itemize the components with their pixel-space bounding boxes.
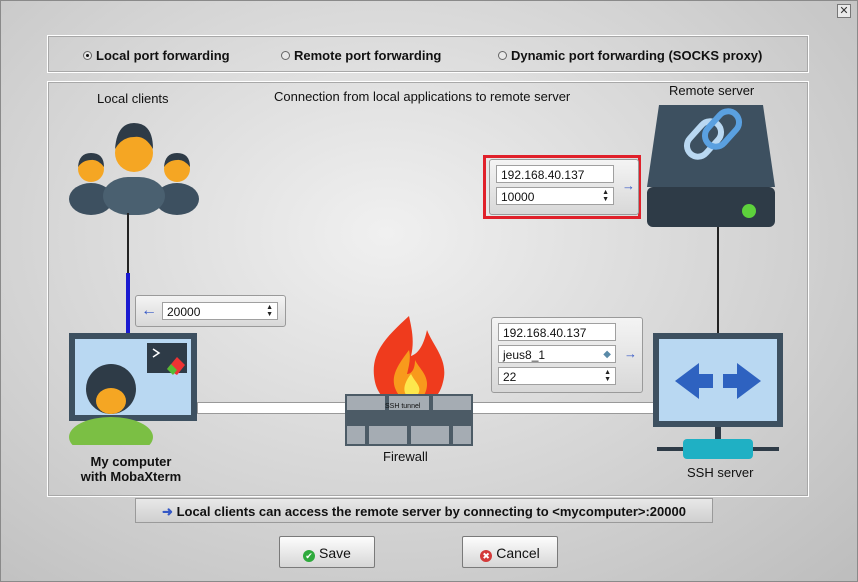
checkmark-icon: ✔ xyxy=(303,550,316,562)
ssh-user-input[interactable]: jeus8_1 ◆ xyxy=(498,345,616,363)
arrow-right-icon: ➜ xyxy=(162,504,173,519)
firewall-label: Firewall xyxy=(383,449,428,464)
status-bar: ➜ Local clients can access the remote se… xyxy=(135,498,713,523)
ssh-server-icon xyxy=(653,333,783,459)
client-line xyxy=(127,213,129,273)
arrow-right-icon: → xyxy=(622,178,635,193)
radio-selected-icon xyxy=(83,51,92,60)
ssh-server-box: 192.168.40.137 jeus8_1 ◆ 22 ▲ ▼ → xyxy=(491,317,643,393)
local-clients-label: Local clients xyxy=(97,91,169,106)
remote-destination-box: 192.168.40.137 10000 ▲ ▼ → xyxy=(489,159,639,215)
remote-server-label: Remote server xyxy=(669,83,755,98)
spinner-icon[interactable]: ▲ ▼ xyxy=(266,304,273,318)
radio-remote-port-forwarding[interactable]: Remote port forwarding xyxy=(281,48,441,63)
remote-host-input[interactable]: 192.168.40.137 xyxy=(496,165,614,183)
radio-local-port-forwarding[interactable]: Local port forwarding xyxy=(83,48,230,63)
radio-unselected-icon xyxy=(498,51,507,60)
firewall-icon xyxy=(345,316,473,446)
arrow-right-icon: → xyxy=(624,346,637,361)
my-computer-label: My computer with MobaXterm xyxy=(80,454,182,484)
remote-server-icon xyxy=(647,105,775,227)
spinner-icon[interactable]: ▲ ▼ xyxy=(604,369,611,383)
close-button[interactable]: ✕ xyxy=(837,4,851,18)
local-port-box: ← 20000 ▲ ▼ xyxy=(135,295,286,327)
diagram-caption: Connection from local applications to re… xyxy=(274,89,571,104)
forwarding-mode-panel: Local port forwarding Remote port forwar… xyxy=(47,35,809,73)
port-forward-dialog: ✕ Local port forwarding Remote port forw… xyxy=(0,0,858,582)
cancel-icon: ✖ xyxy=(480,550,493,562)
radio-dynamic-port-forwarding[interactable]: Dynamic port forwarding (SOCKS proxy) xyxy=(498,48,762,63)
ssh-server-label: SSH server xyxy=(687,465,754,480)
status-text: Local clients can access the remote serv… xyxy=(176,504,686,519)
remote-port-input[interactable]: 10000 ▲ ▼ xyxy=(496,187,614,205)
ssh-tunnel-label: SSH tunnel xyxy=(385,403,421,410)
my-computer-icon xyxy=(69,333,197,445)
user-dropdown-icon[interactable]: ◆ xyxy=(603,346,611,364)
users-group-icon xyxy=(69,123,199,215)
spinner-icon[interactable]: ▲ ▼ xyxy=(602,189,609,203)
arrow-left-icon: ← xyxy=(141,302,157,319)
local-port-input[interactable]: 20000 ▲ ▼ xyxy=(162,302,278,320)
cancel-button[interactable]: ✖ Cancel xyxy=(462,536,558,568)
server-line xyxy=(717,227,719,335)
client-forward-line xyxy=(126,273,130,333)
radio-unselected-icon xyxy=(281,51,290,60)
ssh-host-input[interactable]: 192.168.40.137 xyxy=(498,323,616,341)
ssh-port-input[interactable]: 22 ▲ ▼ xyxy=(498,367,616,385)
save-button[interactable]: ✔ Save xyxy=(279,536,375,568)
